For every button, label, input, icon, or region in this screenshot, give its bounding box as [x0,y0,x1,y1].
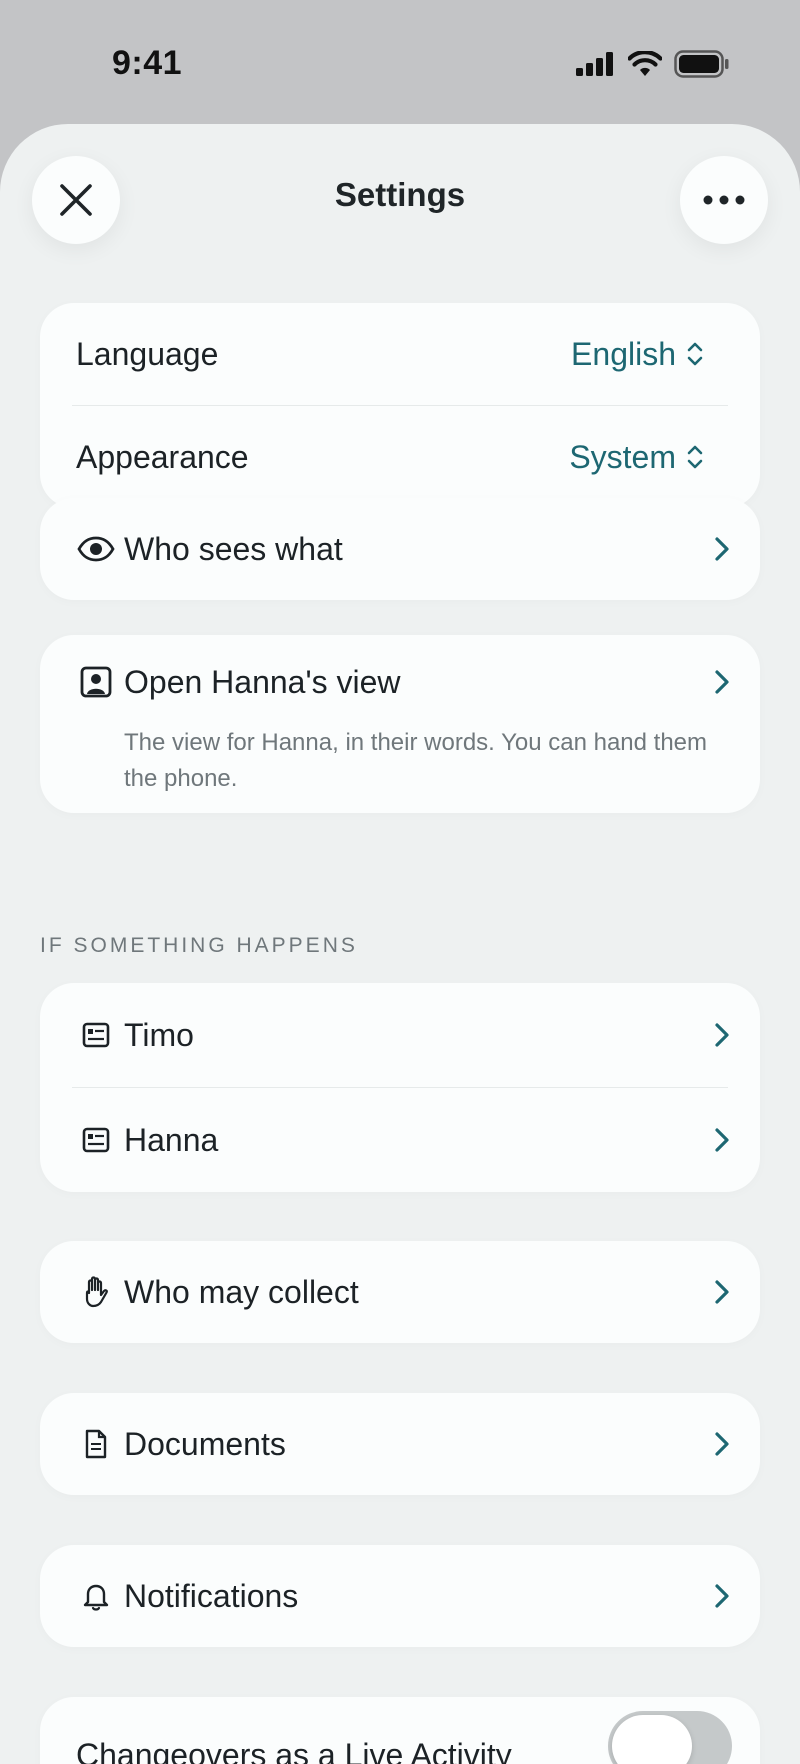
contact-card-icon [76,1015,116,1055]
preferences-card: Language English Appearance System [40,303,760,508]
language-row[interactable]: Language English [40,303,760,405]
appearance-picker[interactable]: System [569,439,704,476]
section-header: IF SOMETHING HAPPENS [40,934,358,957]
language-label: Language [76,335,219,372]
cellular-signal-icon [576,52,613,76]
emergency-contacts-card: Timo Hanna [40,983,760,1192]
contact-label: Timo [124,1016,194,1053]
hanna-view-row[interactable]: Open Hanna's view [40,635,760,729]
person-portrait-icon [76,662,116,702]
documents-row[interactable]: Documents [40,1393,760,1495]
live-activity-row[interactable]: Changeovers as a Live Activity [40,1697,760,1764]
bell-icon [76,1576,116,1616]
contact-card-icon [76,1120,116,1160]
status-bar: 9:41 [0,0,800,124]
appearance-row[interactable]: Appearance System [40,406,760,508]
chevron-right-icon [715,1128,729,1152]
document-icon [76,1424,116,1464]
settings-sheet: Settings Language English Appearance Sys… [0,124,800,1764]
notifications-label: Notifications [124,1577,299,1614]
notifications-row[interactable]: Notifications [40,1545,760,1647]
appearance-value: System [569,438,676,475]
chevron-right-icon [715,1432,729,1456]
live-activity-card: Changeovers as a Live Activity [40,1697,760,1764]
contact-label: Hanna [124,1121,219,1158]
status-time: 9:41 [112,44,183,82]
who-may-collect-card[interactable]: Who may collect [40,1241,760,1343]
status-icons [576,50,730,78]
chevron-right-icon [715,670,729,694]
contact-row-timo[interactable]: Timo [40,983,760,1087]
battery-icon [674,50,729,78]
hanna-view-description: The view for Hanna, in their words. You … [124,729,708,792]
wifi-icon [628,51,662,76]
hanna-view-card[interactable]: Open Hanna's view The view for Hanna, in… [40,635,760,813]
notifications-card[interactable]: Notifications [40,1545,760,1647]
who-sees-what-label: Who sees what [124,530,343,567]
contact-row-hanna[interactable]: Hanna [40,1088,760,1192]
hanna-view-label: Open Hanna's view [124,663,401,700]
language-picker[interactable]: English [571,336,704,373]
who-may-collect-label: Who may collect [124,1273,359,1310]
chevron-right-icon [715,1023,729,1047]
chevron-up-down-icon [687,342,703,366]
eye-icon [76,529,116,569]
live-activity-label: Changeovers as a Live Activity [76,1737,512,1764]
who-sees-what-row[interactable]: Who sees what [40,498,760,600]
documents-card[interactable]: Documents [40,1393,760,1495]
hand-icon [76,1272,116,1312]
chevron-right-icon [715,1584,729,1608]
who-may-collect-row[interactable]: Who may collect [40,1241,760,1343]
chevron-up-down-icon [687,445,703,469]
more-options-button[interactable] [680,156,768,244]
chevron-right-icon [715,537,729,561]
chevron-right-icon [715,1280,729,1304]
language-value: English [571,335,676,372]
ellipsis-icon [703,195,745,205]
documents-label: Documents [124,1425,286,1462]
live-activity-toggle[interactable] [608,1711,732,1764]
appearance-label: Appearance [76,438,249,475]
who-sees-what-card[interactable]: Who sees what [40,498,760,600]
